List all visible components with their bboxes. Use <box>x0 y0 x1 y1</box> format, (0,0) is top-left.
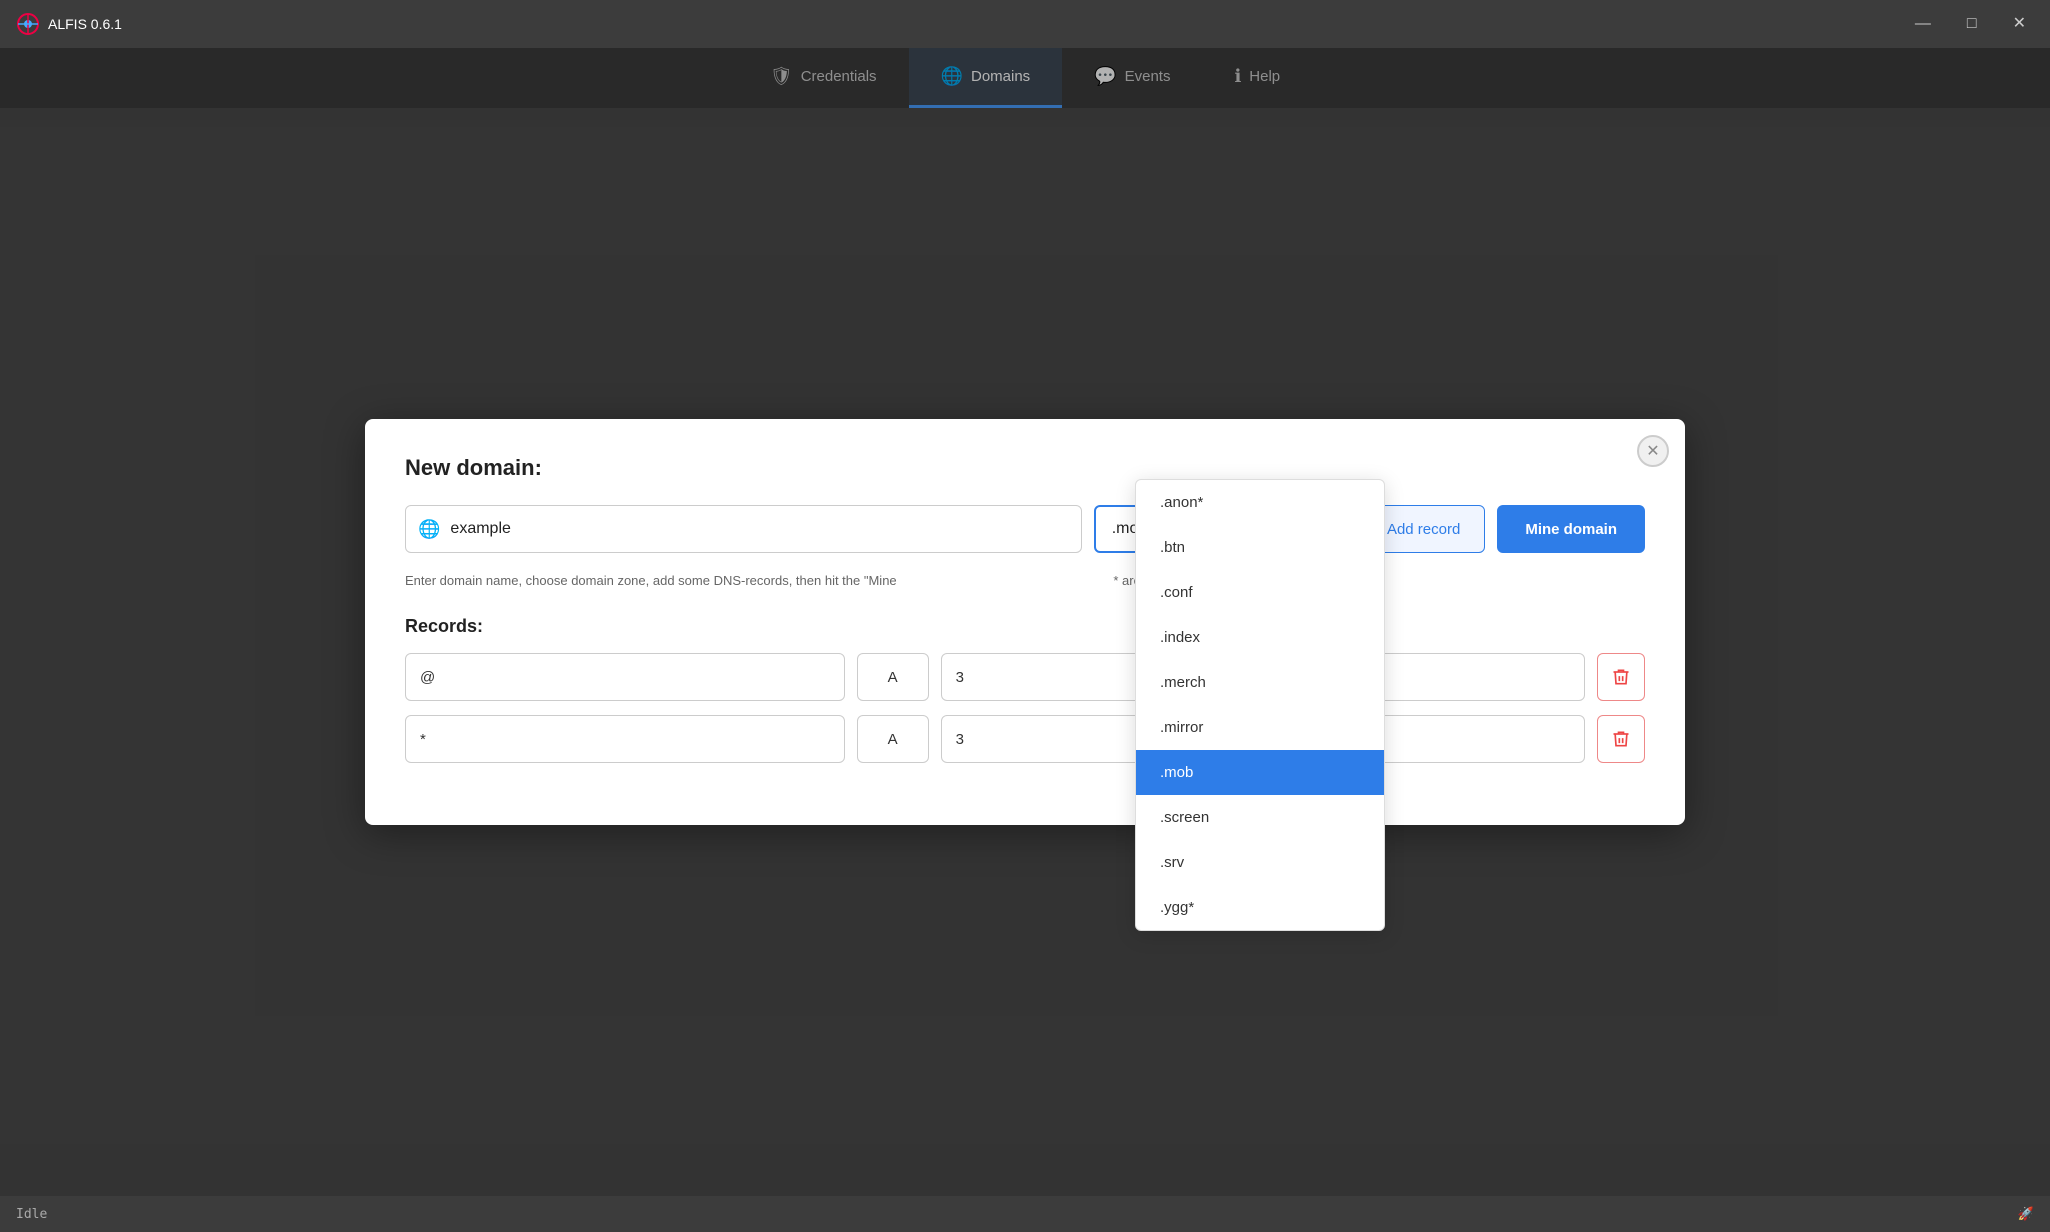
domain-input-wrap: 🌐 <box>405 505 1082 553</box>
record-type-button-1[interactable]: A <box>857 653 929 701</box>
info-text: Enter domain name, choose domain zone, a… <box>405 573 1645 588</box>
dropdown-item-mob[interactable]: .mob <box>1136 750 1384 795</box>
status-bar: Idle 🚀 <box>0 1196 2050 1232</box>
dropdown-item-anon[interactable]: .anon* <box>1136 480 1384 525</box>
app-area: 🛡 Credentials 🌐 Domains 💬 Events ℹ Help … <box>0 48 2050 1232</box>
record-delete-button-2[interactable] <box>1597 715 1645 763</box>
title-bar-controls: — □ ✕ <box>1907 12 2034 36</box>
mine-domain-button[interactable]: Mine domain <box>1497 505 1645 553</box>
records-label: Records: <box>405 616 1645 637</box>
domain-name-input[interactable] <box>450 520 1068 538</box>
status-rocket-icon: 🚀 <box>2018 1207 2034 1222</box>
record-delete-button-1[interactable] <box>1597 653 1645 701</box>
modal-close-button[interactable]: ✕ <box>1637 435 1669 467</box>
minimize-button[interactable]: — <box>1907 12 1939 36</box>
dropdown-item-conf[interactable]: .conf <box>1136 570 1384 615</box>
record-name-input-2[interactable] <box>405 715 845 763</box>
app-title: ALFIS 0.6.1 <box>48 16 122 32</box>
record-row: A <box>405 715 1645 763</box>
delete-icon-2 <box>1611 729 1631 749</box>
status-text: Idle <box>16 1207 47 1222</box>
dropdown-item-srv[interactable]: .srv <box>1136 840 1384 885</box>
dropdown-item-merch[interactable]: .merch <box>1136 660 1384 705</box>
dropdown-item-btn[interactable]: .btn <box>1136 525 1384 570</box>
record-type-button-2[interactable]: A <box>857 715 929 763</box>
dropdown-item-ygg[interactable]: .ygg* <box>1136 885 1384 930</box>
title-bar-left: ALFIS 0.6.1 <box>16 12 122 36</box>
close-button[interactable]: ✕ <box>2005 12 2034 36</box>
zone-dropdown-menu: .anon* .btn .conf .index .merch .mirror … <box>1135 479 1385 931</box>
domain-globe-icon: 🌐 <box>418 519 440 540</box>
delete-icon-1 <box>1611 667 1631 687</box>
modal-overlay: ✕ New domain: 🌐 .mob ▾ Advanced ▾ Add re… <box>0 48 2050 1196</box>
dropdown-item-screen[interactable]: .screen <box>1136 795 1384 840</box>
dropdown-item-index[interactable]: .index <box>1136 615 1384 660</box>
modal-title: New domain: <box>405 455 1645 481</box>
title-bar: ALFIS 0.6.1 — □ ✕ <box>0 0 2050 48</box>
input-row: 🌐 .mob ▾ Advanced ▾ Add record Mine doma… <box>405 505 1645 553</box>
maximize-button[interactable]: □ <box>1959 12 1985 36</box>
app-logo-icon <box>16 12 40 36</box>
record-name-input-1[interactable] <box>405 653 845 701</box>
info-text-left: Enter domain name, choose domain zone, a… <box>405 573 897 588</box>
dropdown-item-mirror[interactable]: .mirror <box>1136 705 1384 750</box>
record-row: A <box>405 653 1645 701</box>
new-domain-modal: ✕ New domain: 🌐 .mob ▾ Advanced ▾ Add re… <box>365 419 1685 825</box>
